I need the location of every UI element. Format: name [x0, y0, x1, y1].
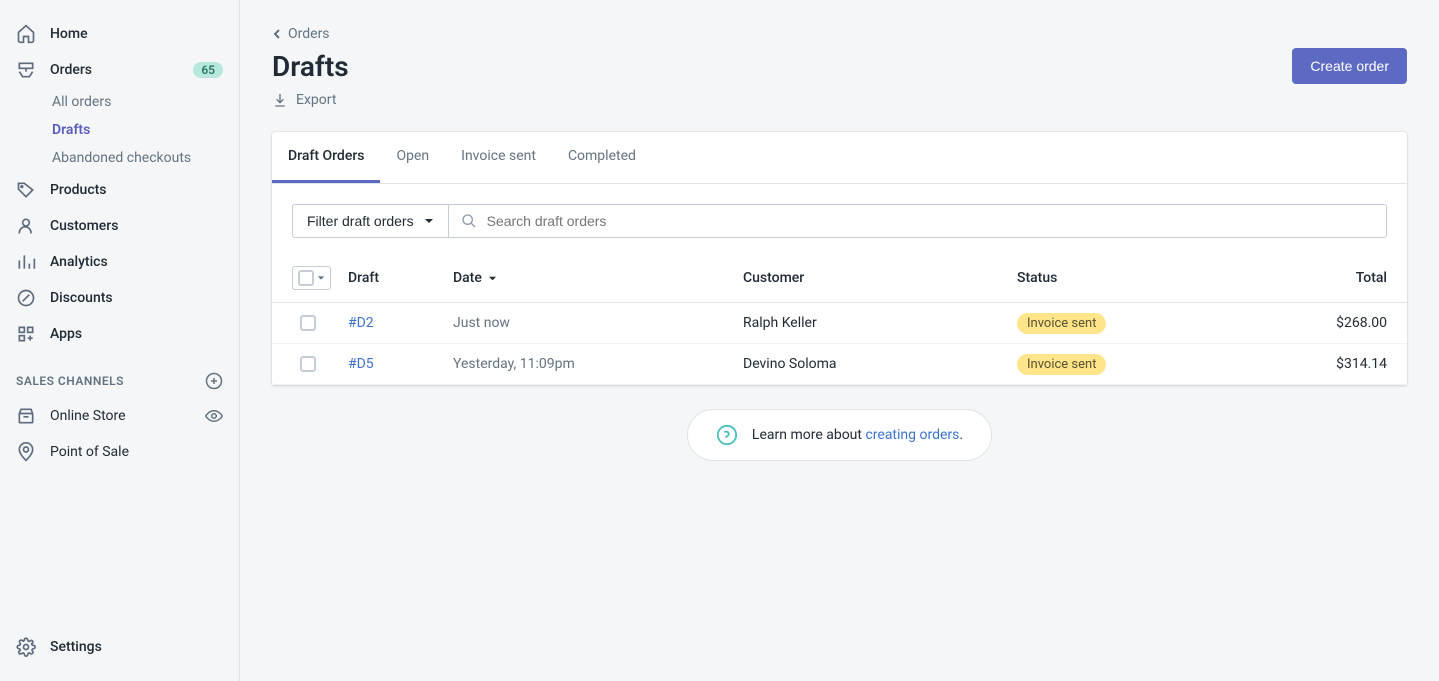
person-icon [16, 216, 36, 236]
drafts-table: Draft Date Customer Status Total #D2 Just… [272, 254, 1407, 385]
tab-open[interactable]: Open [380, 132, 445, 183]
status-badge: Invoice sent [1017, 354, 1106, 375]
orders-icon [16, 60, 36, 80]
nav-customers-label: Customers [50, 218, 118, 234]
search-input[interactable] [477, 205, 1374, 237]
orders-badge: 65 [193, 62, 223, 78]
drafts-card: Draft Orders Open Invoice sent Completed… [272, 132, 1407, 385]
help-prefix: Learn more about [752, 427, 866, 443]
select-all-checkbox[interactable] [298, 270, 314, 286]
eye-icon[interactable] [205, 407, 223, 425]
channel-pos-label: Point of Sale [50, 444, 129, 460]
nav-settings[interactable]: Settings [0, 629, 239, 665]
export-button[interactable]: Export [272, 92, 336, 108]
analytics-icon [16, 252, 36, 272]
nav-apps[interactable]: Apps [0, 316, 239, 352]
sidebar: Home Orders 65 All orders Drafts Abandon… [0, 0, 240, 681]
header-status[interactable]: Status [1017, 270, 1277, 286]
tab-invoice-sent[interactable]: Invoice sent [445, 132, 552, 183]
help-link[interactable]: creating orders [865, 427, 959, 443]
channel-online-store[interactable]: Online Store [0, 398, 239, 434]
subnav-abandoned[interactable]: Abandoned checkouts [0, 144, 239, 172]
total-value: $268.00 [1277, 315, 1387, 331]
nav-products[interactable]: Products [0, 172, 239, 208]
header-date[interactable]: Date [453, 270, 743, 286]
help-suffix: . [959, 427, 963, 443]
chevron-left-icon [272, 29, 282, 39]
date-value: Yesterday, 11:09pm [453, 356, 743, 372]
main-content: Orders Drafts Create order Export Draft … [240, 0, 1439, 681]
draft-link[interactable]: #D2 [348, 315, 374, 331]
select-all-dropdown[interactable] [292, 266, 331, 290]
table-row[interactable]: #D2 Just nowRalph KellerInvoice sent $268.… [272, 303, 1407, 344]
nav-home[interactable]: Home [0, 16, 239, 52]
nav-orders[interactable]: Orders 65 [0, 52, 239, 88]
row-checkbox[interactable] [300, 356, 316, 372]
customer-value: Devino Soloma [743, 356, 1017, 372]
nav-analytics-label: Analytics [50, 254, 108, 270]
home-icon [16, 24, 36, 44]
tabs: Draft Orders Open Invoice sent Completed [272, 132, 1407, 184]
nav-discounts-label: Discounts [50, 290, 113, 306]
apps-icon [16, 324, 36, 344]
nav-settings-label: Settings [50, 639, 102, 655]
search-wrap [449, 204, 1387, 238]
filter-button[interactable]: Filter draft orders [292, 204, 449, 238]
channel-online-store-label: Online Store [50, 408, 126, 424]
create-order-button[interactable]: Create order [1292, 48, 1407, 84]
plus-icon[interactable] [205, 372, 223, 390]
header-date-label: Date [453, 270, 482, 286]
nav-customers[interactable]: Customers [0, 208, 239, 244]
store-icon [16, 406, 36, 426]
help-text: Learn more about creating orders. [752, 427, 963, 443]
header-total[interactable]: Total [1277, 270, 1387, 286]
location-icon [16, 442, 36, 462]
help-card: Learn more about creating orders. [687, 409, 992, 461]
subnav-drafts[interactable]: Drafts [0, 116, 239, 144]
filter-button-label: Filter draft orders [307, 213, 414, 229]
sales-channels-header: SALES CHANNELS [0, 352, 239, 398]
table-header: Draft Date Customer Status Total [272, 254, 1407, 303]
tab-completed[interactable]: Completed [552, 132, 652, 183]
tab-draft-orders[interactable]: Draft Orders [272, 132, 380, 183]
breadcrumb[interactable]: Orders [272, 26, 330, 42]
row-checkbox[interactable] [300, 315, 316, 331]
nav-products-label: Products [50, 182, 107, 198]
draft-link[interactable]: #D5 [348, 356, 374, 372]
tag-icon [16, 180, 36, 200]
table-row[interactable]: #D5 Yesterday, 11:09pmDevino SolomaInvoic… [272, 344, 1407, 385]
breadcrumb-label: Orders [288, 26, 330, 42]
subnav-all-orders[interactable]: All orders [0, 88, 239, 116]
header-customer[interactable]: Customer [743, 270, 1017, 286]
nav-discounts[interactable]: Discounts [0, 280, 239, 316]
caret-down-icon [424, 216, 434, 226]
discount-icon [16, 288, 36, 308]
nav-orders-label: Orders [50, 62, 92, 78]
gear-icon [16, 637, 36, 657]
export-label: Export [296, 92, 336, 108]
nav-analytics[interactable]: Analytics [0, 244, 239, 280]
sales-channels-label: SALES CHANNELS [16, 374, 124, 388]
header-draft[interactable]: Draft [348, 270, 453, 286]
total-value: $314.14 [1277, 356, 1387, 372]
nav-home-label: Home [50, 26, 88, 42]
help-icon [716, 424, 738, 446]
customer-value: Ralph Keller [743, 315, 1017, 331]
sort-desc-icon [488, 274, 497, 283]
channel-point-of-sale[interactable]: Point of Sale [0, 434, 239, 470]
caret-down-icon [317, 274, 325, 282]
search-icon [461, 213, 477, 229]
status-badge: Invoice sent [1017, 313, 1106, 334]
page-title: Drafts [272, 50, 349, 83]
download-icon [272, 92, 288, 108]
date-value: Just now [453, 315, 743, 331]
nav-apps-label: Apps [50, 326, 82, 342]
